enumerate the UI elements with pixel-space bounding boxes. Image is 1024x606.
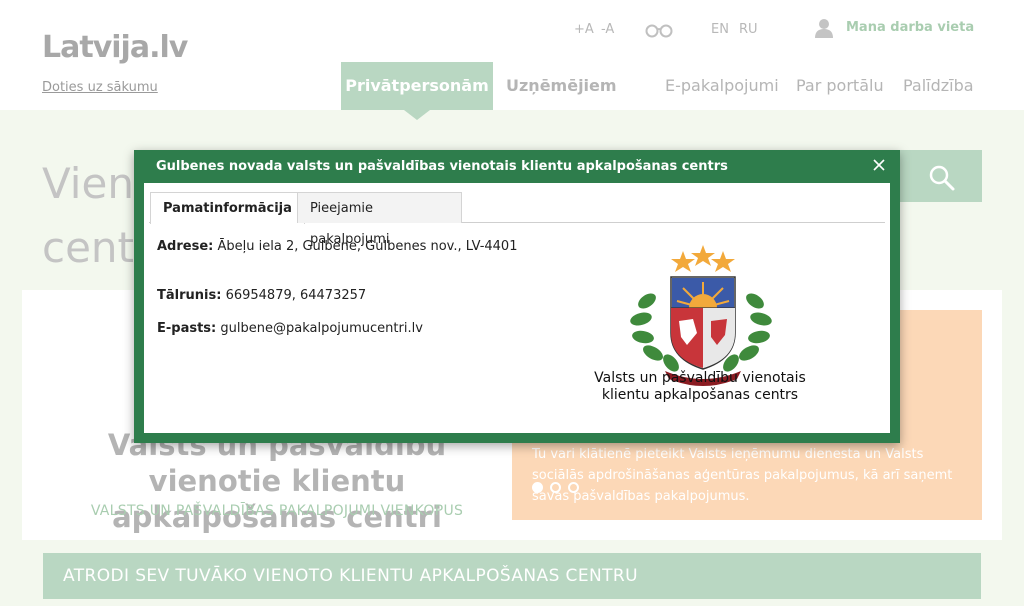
nav-eservices-link[interactable]: E-pakalpojumi [665,76,779,95]
address-row: Adrese: Ābeļu iela 2, Gulbene, Gulbenes … [157,239,517,254]
address-value: Ābeļu iela 2, Gulbene, Gulbenes nov., LV… [217,239,518,254]
emblem-caption-line2: klientu apkalpošanas centrs [601,387,799,403]
phone-row: Tālrunis: 66954879, 64473257 [157,288,366,303]
lang-ru-link[interactable]: RU [739,22,758,37]
emblem-caption: Valsts un pašvaldību vienotais klientu a… [579,370,821,404]
close-icon[interactable] [871,157,887,173]
nav-about-link[interactable]: Par portālu [796,76,884,95]
slide-dot-2[interactable] [550,482,561,493]
find-center-bar[interactable]: ATRODI SEV TUVĀKO VIENOTO KLIENTU APKALP… [43,553,981,599]
email-label: E-pasts: [157,321,217,336]
font-increase-button[interactable]: +A [574,22,594,37]
phone-value: 66954879, 64473257 [225,288,367,303]
address-label: Adrese: [157,239,214,254]
slide-text: Tu vari klātienē pieteikt Valsts ieņēmum… [532,447,953,504]
find-center-label: ATRODI SEV TUVĀKO VIENOTO KLIENTU APKALP… [63,566,638,586]
tab-basic-info[interactable]: Pamatinformācija [150,192,305,224]
site-header: Latvija.lv Doties uz sākumu +A -A EN RU … [0,0,1024,110]
workplace-link[interactable]: Mana darba vieta [846,20,974,35]
hero-subtitle: VALSTS UN PAŠVALDĪBAS PAKALPOJUMI VIENKO… [90,503,464,519]
dialog-body: Pamatinformācija Pieejamie pakalpojumi A… [144,183,890,433]
emblem-caption-line1: Valsts un pašvaldību vienotais [594,370,806,386]
phone-label: Tālrunis: [157,288,222,303]
site-logo[interactable]: Latvija.lv [42,30,188,65]
user-icon[interactable] [815,18,833,38]
dialog-tabs: Pamatinformācija Pieejamie pakalpojumi [149,190,885,247]
search-icon [929,165,955,191]
glasses-icon[interactable] [644,22,674,38]
font-decrease-button[interactable]: -A [601,22,614,37]
center-info-dialog: Gulbenes novada valsts un pašvaldības vi… [134,150,900,443]
search-button[interactable] [900,150,982,202]
slide-dot-1[interactable] [532,482,543,493]
nav-private-tab[interactable]: Privātpersonām [341,62,493,110]
nav-business-tab[interactable]: Uzņēmējiem [506,76,617,95]
home-link[interactable]: Doties uz sākumu [42,80,158,95]
tab-available-services[interactable]: Pieejamie pakalpojumi [297,192,462,247]
lang-en-link[interactable]: EN [711,22,729,37]
nav-active-indicator [404,110,430,120]
slide-dot-3[interactable] [568,482,579,493]
email-value[interactable]: gulbene@pakalpojumucentri.lv [220,321,423,336]
nav-help-link[interactable]: Palīdzība [903,76,974,95]
email-row: E-pasts: gulbene@pakalpojumucentri.lv [157,321,423,336]
dialog-title: Gulbenes novada valsts un pašvaldības vi… [156,159,728,174]
